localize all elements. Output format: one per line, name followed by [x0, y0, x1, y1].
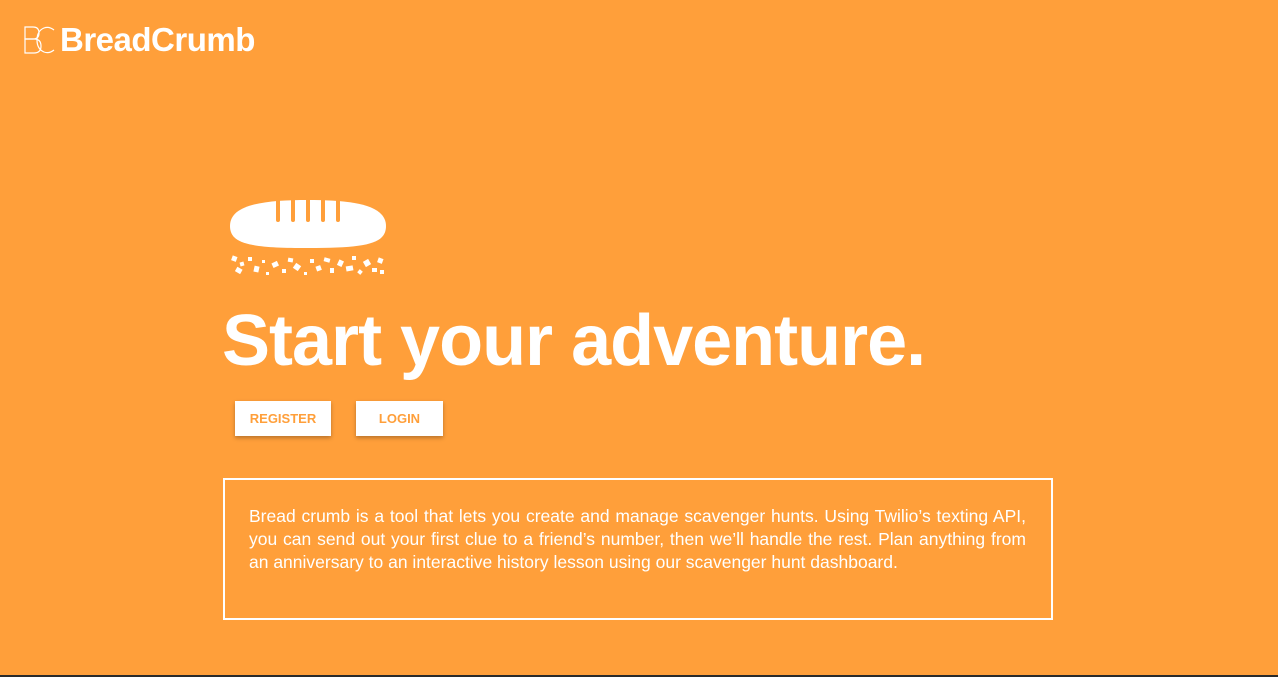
- login-button[interactable]: LOGIN: [356, 401, 443, 436]
- brand-name[interactable]: BreadCrumb: [60, 21, 255, 59]
- site-header: BreadCrumb: [22, 18, 255, 62]
- register-button[interactable]: REGISTER: [235, 401, 331, 436]
- page-title: Start your adventure.: [222, 301, 926, 381]
- bread-loaf-icon: [230, 198, 386, 275]
- description-text: Bread crumb is a tool that lets you crea…: [249, 506, 1026, 572]
- bc-logo-icon[interactable]: [22, 23, 56, 57]
- description-box: Bread crumb is a tool that lets you crea…: [223, 478, 1053, 620]
